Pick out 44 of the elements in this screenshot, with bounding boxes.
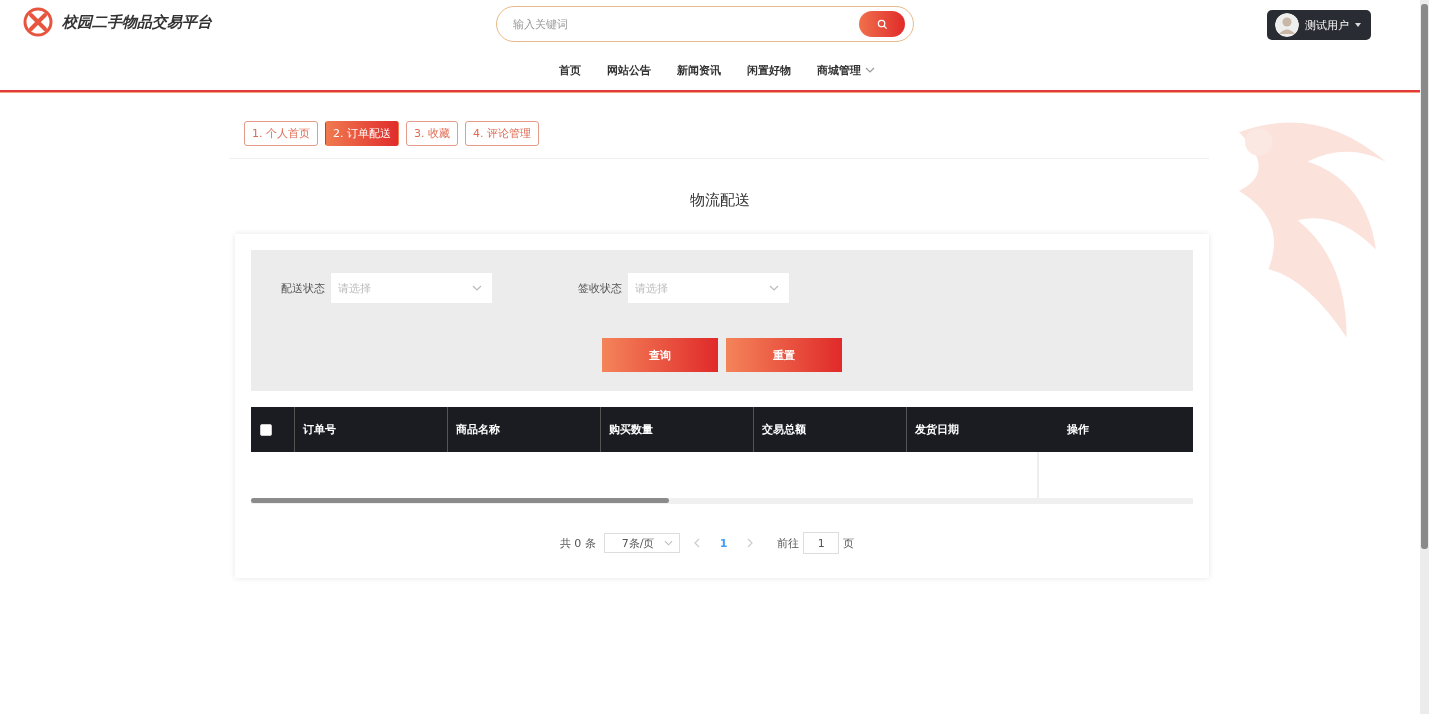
reset-button[interactable]: 重置: [726, 338, 842, 372]
column-header: 操作: [1067, 422, 1089, 437]
tab[interactable]: 2. 订单配送: [325, 121, 399, 146]
nav-link[interactable]: 商城管理: [816, 62, 875, 78]
filter-label: 签收状态: [578, 280, 622, 296]
chevron-down-icon: [472, 285, 482, 291]
select-field[interactable]: 请选择: [628, 273, 789, 303]
column-header: 订单号: [303, 422, 336, 437]
page-input[interactable]: 1: [803, 532, 840, 554]
nav-link[interactable]: 新闻资讯: [676, 62, 721, 78]
site-title: 校园二手物品交易平台: [62, 12, 212, 32]
search-field[interactable]: 输入关键词: [511, 16, 859, 32]
query-button[interactable]: 查询: [602, 338, 718, 372]
chevron-down-icon: [769, 285, 779, 291]
nav-link[interactable]: 网站公告: [606, 62, 651, 78]
horizontal-scrollbar[interactable]: [251, 498, 1193, 504]
search-icon: [876, 18, 888, 30]
tab[interactable]: 3. 收藏: [406, 121, 458, 146]
search-button[interactable]: [859, 11, 905, 37]
prev-icon[interactable]: [693, 538, 700, 548]
column-header: 购买数量: [609, 422, 653, 437]
user-menu-button[interactable]: 测试用户: [1267, 10, 1371, 40]
column-header: 商品名称: [456, 422, 500, 437]
column-header: 交易总额: [762, 422, 806, 437]
avatar-icon: [1275, 13, 1299, 37]
scrollbar[interactable]: [1420, 0, 1429, 714]
nav-link[interactable]: 闲置好物: [746, 62, 791, 78]
filter-label: 配送状态: [281, 280, 325, 296]
tab[interactable]: 1. 个人首页: [244, 121, 318, 146]
page-size-select[interactable]: 7条/页: [603, 533, 680, 553]
logo-icon: [22, 6, 54, 38]
page-suffix: 页: [843, 535, 855, 551]
page-number[interactable]: 1: [713, 535, 734, 551]
next-icon[interactable]: [747, 538, 754, 548]
select-field[interactable]: 请选择: [331, 273, 492, 303]
caret-icon: [1355, 23, 1361, 27]
chevron-down-icon: [663, 540, 673, 546]
goto-label: 前往: [777, 535, 800, 551]
column-header: 发货日期: [915, 422, 959, 437]
nav-link[interactable]: 首页: [558, 62, 581, 78]
checkbox[interactable]: [260, 423, 272, 436]
total-count: 共 0 条: [559, 535, 596, 551]
tab[interactable]: 4. 评论管理: [465, 121, 539, 146]
page-title: 物流配送: [688, 191, 751, 210]
